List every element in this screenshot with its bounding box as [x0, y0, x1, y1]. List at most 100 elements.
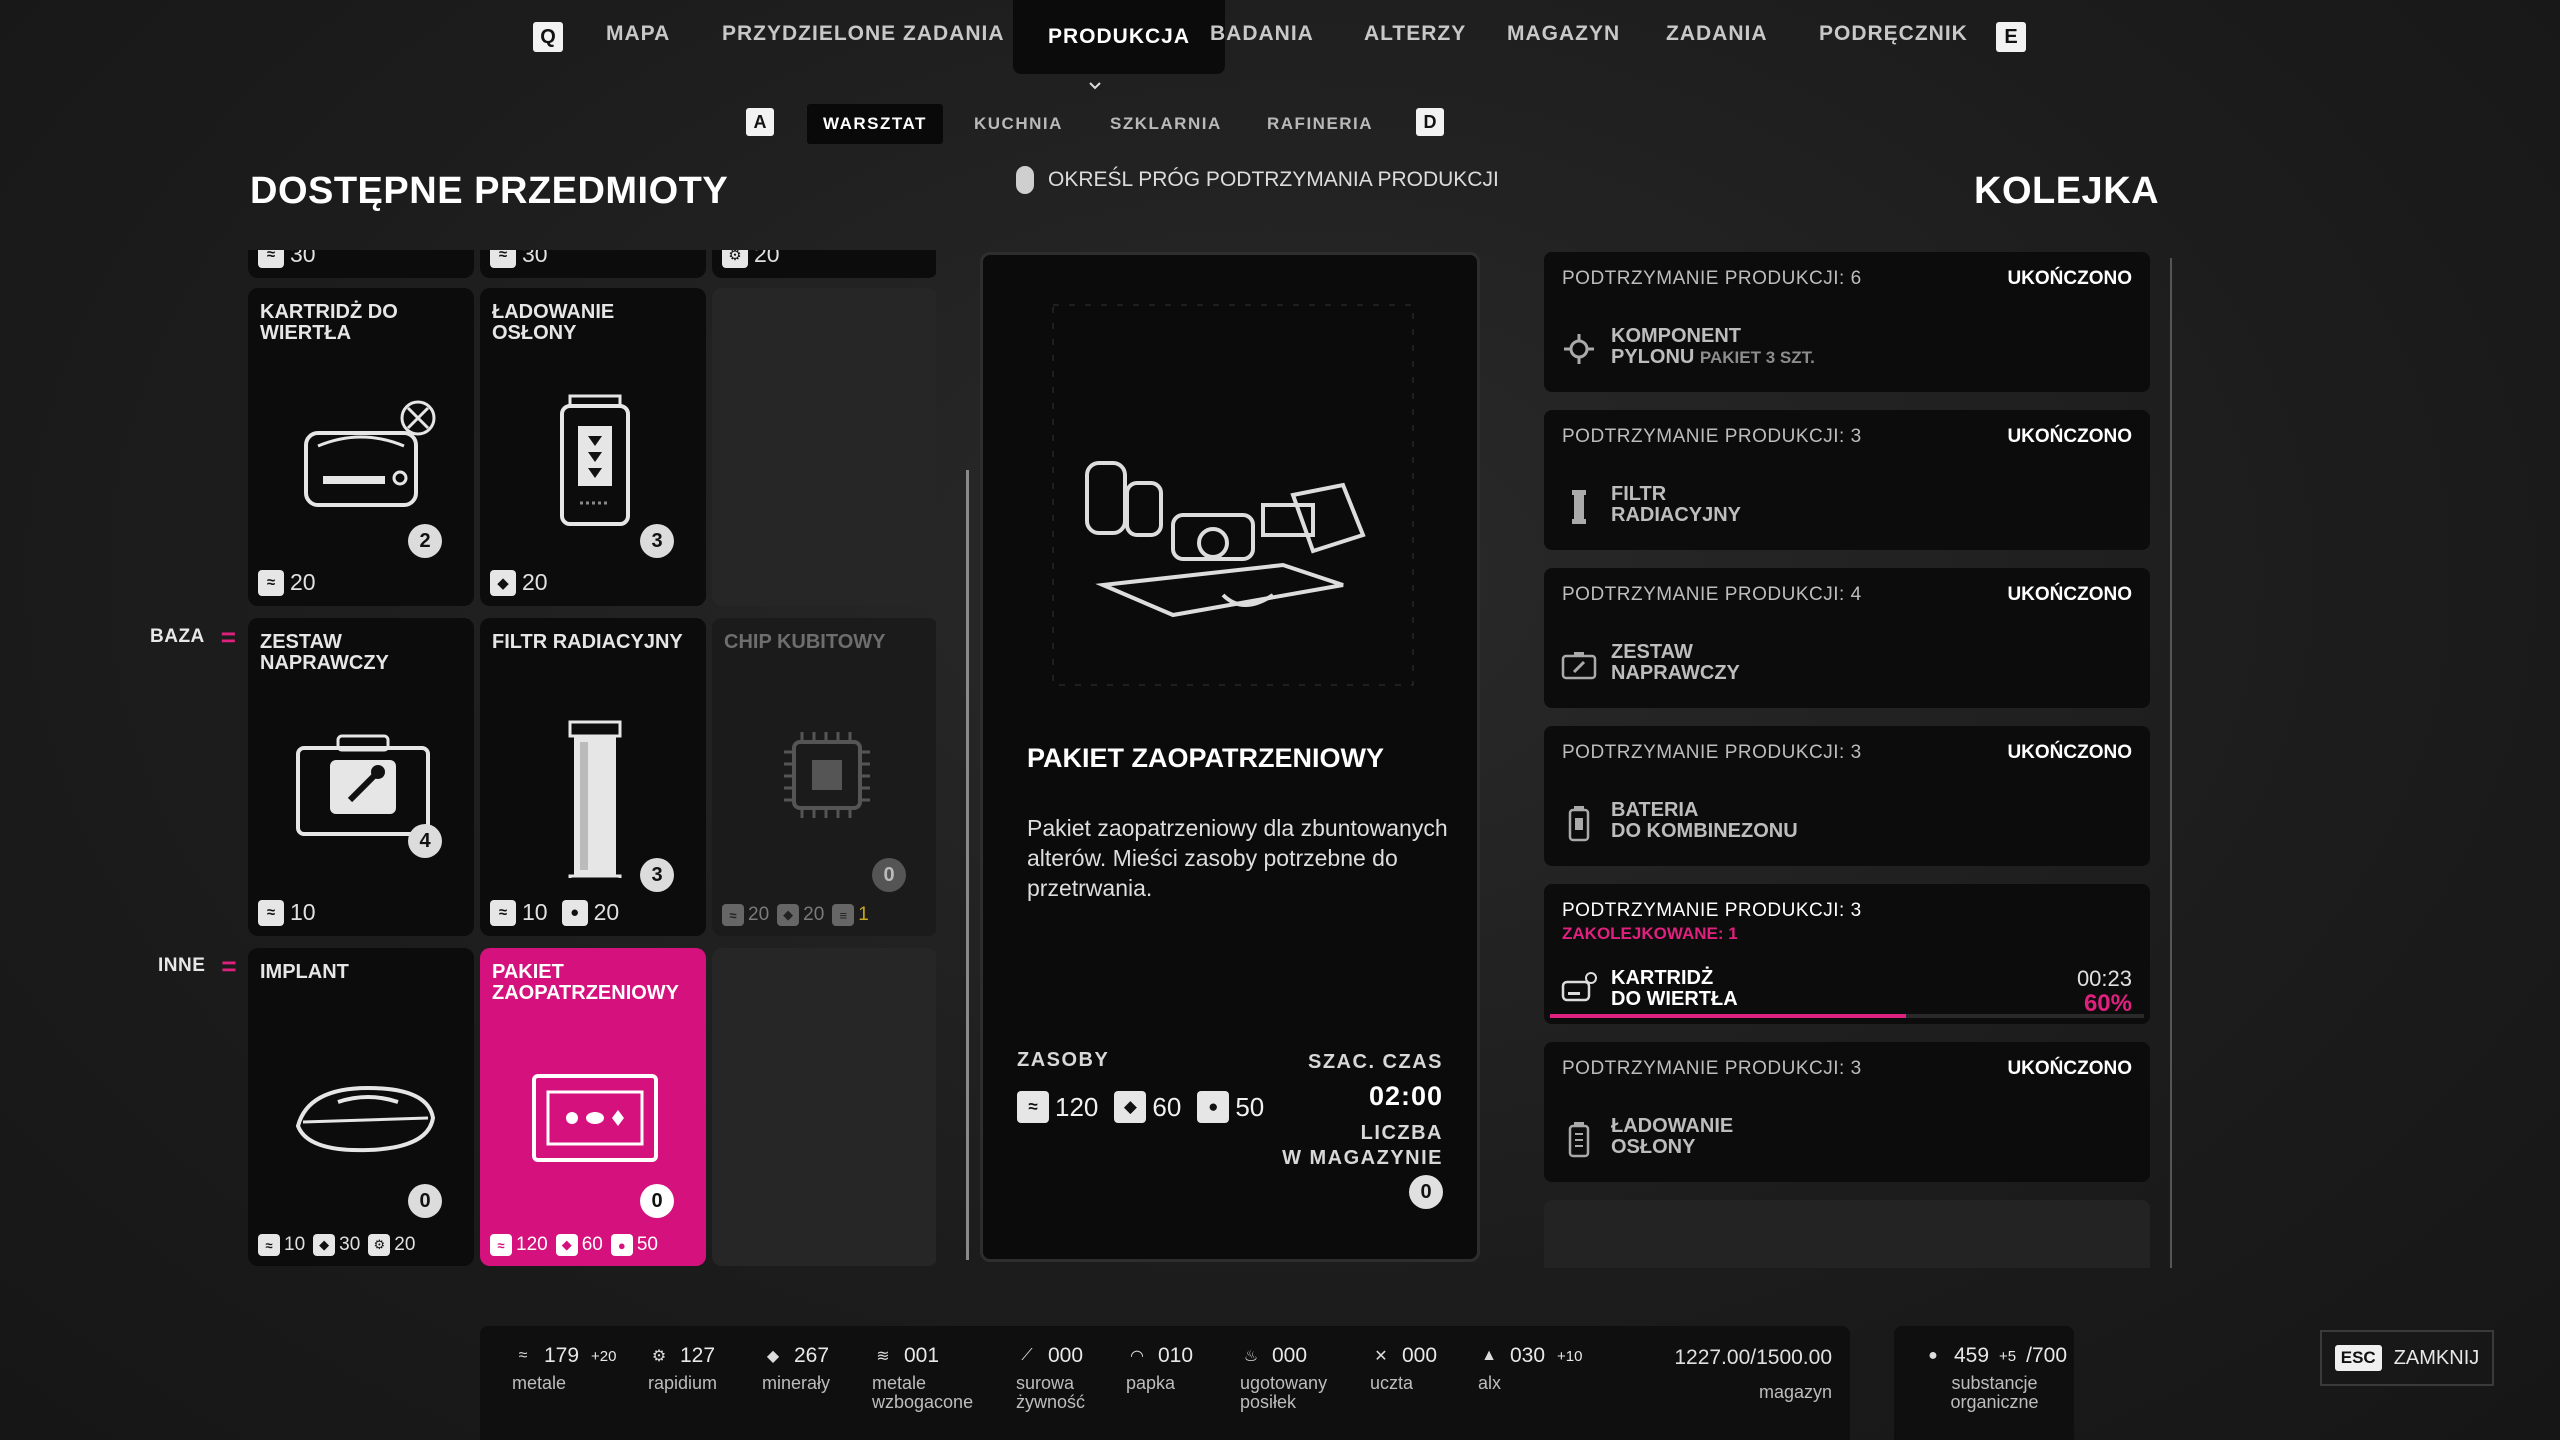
queue-item-name: KARTRIDŻ DO WIERTŁA — [1611, 968, 1738, 1010]
key-hint-e: E — [1996, 22, 2026, 52]
stock-count-badge: 0 — [1409, 1175, 1443, 1209]
cost-value: 1 — [858, 904, 869, 925]
queue-item[interactable]: PODTRZYMANIE PRODUKCJI: 3 UKOŃCZONO FILT… — [1544, 410, 2150, 550]
queue-item-threshold: PODTRZYMANIE PRODUKCJI: 6 — [1562, 268, 1862, 289]
queue-item-status: UKOŃCZONO — [2007, 584, 2132, 605]
queue-item-name-line2: DO KOMBINEZONU — [1611, 820, 1798, 842]
queue-item[interactable]: PODTRZYMANIE PRODUKCJI: 3 UKOŃCZONO ŁADO… — [1544, 1042, 2150, 1182]
tab-assigned-tasks[interactable]: PRZYDZIELONE ZADANIA — [722, 22, 1005, 46]
item-card-qubit-chip[interactable]: CHIP KUBITOWY 0 ≈20 ◆ 20 ≡ 1 — [712, 618, 936, 936]
item-card-partial[interactable]: ⚙ 20 — [712, 250, 936, 278]
metals-icon: ≈ — [490, 250, 516, 268]
resource-rapidium: ⚙ 127 rapidium — [648, 1344, 717, 1393]
detail-item-name: PAKIET ZAOPATRZENIOWY — [1027, 743, 1384, 773]
queue-item-name-line2: NAPRAWCZY — [1611, 662, 1740, 684]
tab-mapa[interactable]: MAPA — [606, 22, 670, 46]
item-card-partial[interactable]: ≈30 — [480, 250, 706, 278]
item-count-badge: 0 — [872, 858, 906, 892]
resource-cooked-meal: ♨ 000 ugotowany posiłek — [1240, 1344, 1327, 1412]
queue-item[interactable]: PODTRZYMANIE PRODUKCJI: 3 UKOŃCZONO BATE… — [1544, 726, 2150, 866]
subtab-refinery[interactable]: RAFINERIA — [1267, 104, 1373, 144]
radiation-filter-icon — [568, 720, 622, 878]
key-hint-a: A — [746, 108, 774, 136]
item-card-radiation-filter[interactable]: FILTR RADIACYJNY 3 ≈10 ● 20 — [480, 618, 706, 936]
resource-income: +5 — [1999, 1347, 2017, 1365]
item-costs: ≈10 ● 20 — [490, 899, 619, 926]
chevron-down-icon — [1088, 78, 1102, 92]
queue-item-name: ZESTAW NAPRAWCZY — [1611, 642, 1740, 684]
tab-tasks[interactable]: ZADANIA — [1666, 22, 1768, 46]
queue-item-active[interactable]: PODTRZYMANIE PRODUKCJI: 3 ZAKOLEJKOWANE:… — [1544, 884, 2150, 1024]
category-base-label: BAZA — [150, 626, 205, 647]
queue-item-threshold: PODTRZYMANIE PRODUKCJI: 3 — [1562, 900, 1862, 921]
queue-item[interactable]: PODTRZYMANIE PRODUKCJI: 4 UKOŃCZONO ZEST… — [1544, 568, 2150, 708]
resource-label: papka — [1126, 1373, 1176, 1393]
cost-value: 20 — [290, 569, 316, 595]
metals-icon: ≈ — [490, 1234, 512, 1256]
queue-item-name-line1: BATERIA — [1611, 799, 1699, 821]
item-card-shield-charge[interactable]: ŁADOWANIE OSŁONY 3 ◆ 20 — [480, 288, 706, 606]
close-button[interactable]: ESC ZAMKNIJ — [2320, 1330, 2494, 1386]
item-card-supply-pack[interactable]: PAKIET ZAOPATRZENIOWY 0 ≈120 ◆ 60 ● 50 — [480, 948, 706, 1266]
queue-item-status: UKOŃCZONO — [2007, 1058, 2132, 1079]
subtab-kitchen[interactable]: KUCHNIA — [974, 104, 1063, 144]
tab-handbook[interactable]: PODRĘCZNIK — [1819, 22, 1968, 46]
resource-label: metale wzbogacone — [872, 1373, 974, 1412]
cost-value: 30 — [290, 250, 316, 267]
esc-key-icon: ESC — [2334, 1345, 2382, 1371]
organic-icon: ● — [1928, 1347, 1938, 1364]
queue-item-status: UKOŃCZONO — [2007, 742, 2132, 763]
cost-value: 10 — [522, 899, 548, 925]
item-grid: ≈30 ≈30 ⚙ 20 KARTRIDŻ DO WIERTŁA 2 ≈20 ŁA… — [246, 250, 936, 1266]
cost-value: 20 — [522, 569, 548, 595]
queue-item[interactable]: PODTRZYMANIE PRODUKCJI: 6 UKOŃCZONO KOMP… — [1544, 252, 2150, 392]
category-base: BAZA = — [150, 624, 236, 650]
item-card-drill-cartridge[interactable]: KARTRIDŻ DO WIERTŁA 2 ≈20 — [248, 288, 474, 606]
item-card-repair-kit[interactable]: ZESTAW NAPRAWCZY 4 ≈10 — [248, 618, 474, 936]
queue-item-time-left: 00:23 — [2076, 966, 2132, 991]
rapidium-icon: ⚙ — [368, 1234, 391, 1256]
tab-alters[interactable]: ALTERZY — [1364, 22, 1466, 46]
item-costs: ≈10 ◆ 30 ⚙ 20 — [258, 1234, 415, 1256]
metals-icon: ≈ — [258, 569, 284, 596]
cost-value: 20 — [748, 904, 770, 925]
stock-label: LICZBA W MAGAZYNIE — [1282, 1122, 1443, 1169]
cost-value: 20 — [803, 904, 825, 925]
cost-value: 20 — [754, 250, 780, 267]
cost-value: 30 — [522, 250, 548, 267]
resource-value: 000 — [1402, 1344, 1438, 1367]
queue-title: KOLEJKA — [1974, 170, 2160, 212]
item-name: ŁADOWANIE OSŁONY — [492, 301, 615, 344]
queue-item-name: ŁADOWANIE OSŁONY — [1611, 1116, 1733, 1158]
subtab-greenhouse[interactable]: SZKLARNIA — [1110, 104, 1222, 144]
organic-icon: ● — [1197, 1091, 1230, 1123]
category-marker-icon: = — [221, 951, 238, 981]
available-items-title: DOSTĘPNE PRZEDMIOTY — [250, 170, 729, 212]
drill-icon — [1561, 972, 1597, 1002]
queue-item-threshold: PODTRZYMANIE PRODUKCJI: 3 — [1562, 742, 1862, 763]
item-card-partial[interactable]: ≈30 — [248, 250, 474, 278]
item-name: PAKIET ZAOPATRZENIOWY — [492, 961, 680, 1004]
threshold-hint[interactable]: OKREŚL PRÓG PODTRZYMANIA PRODUKCJI — [1016, 166, 1499, 194]
scrollbar[interactable] — [966, 470, 969, 1260]
queue-item-name-line1: FILTR — [1611, 483, 1667, 505]
resource-value: 000 — [1272, 1344, 1308, 1367]
queue-scrollbar[interactable] — [2170, 258, 2172, 1268]
subtab-workshop[interactable]: WARSZTAT — [807, 104, 943, 144]
tab-warehouse[interactable]: MAGAZYN — [1507, 22, 1620, 46]
threshold-hint-label: OKREŚL PRÓG PODTRZYMANIA PRODUKCJI — [1048, 168, 1499, 191]
enriched-metals-icon: ≋ — [876, 1348, 890, 1365]
category-other-label: INNE — [158, 955, 206, 976]
filter-icon — [1572, 490, 1586, 524]
alx-icon: ▲ — [1481, 1347, 1497, 1364]
tab-research[interactable]: BADANIA — [1210, 22, 1314, 46]
item-costs: ≈120 ◆ 60 ● 50 — [490, 1234, 658, 1256]
minerals-icon: ◆ — [313, 1234, 336, 1256]
top-navigation: Q MAPA PRZYDZIELONE ZADANIA PRODUKCJA BA… — [0, 0, 2560, 90]
resource-raw-food: ⟋ 000 surowa żywność — [1016, 1344, 1085, 1412]
resource-label: surowa żywność — [1016, 1373, 1086, 1412]
tab-production[interactable]: PRODUKCJA — [1013, 0, 1225, 74]
resource-label: substancje organiczne — [1950, 1373, 2039, 1412]
item-count-badge: 2 — [408, 524, 442, 558]
item-card-implant[interactable]: IMPLANT 0 ≈10 ◆ 30 ⚙ 20 — [248, 948, 474, 1266]
